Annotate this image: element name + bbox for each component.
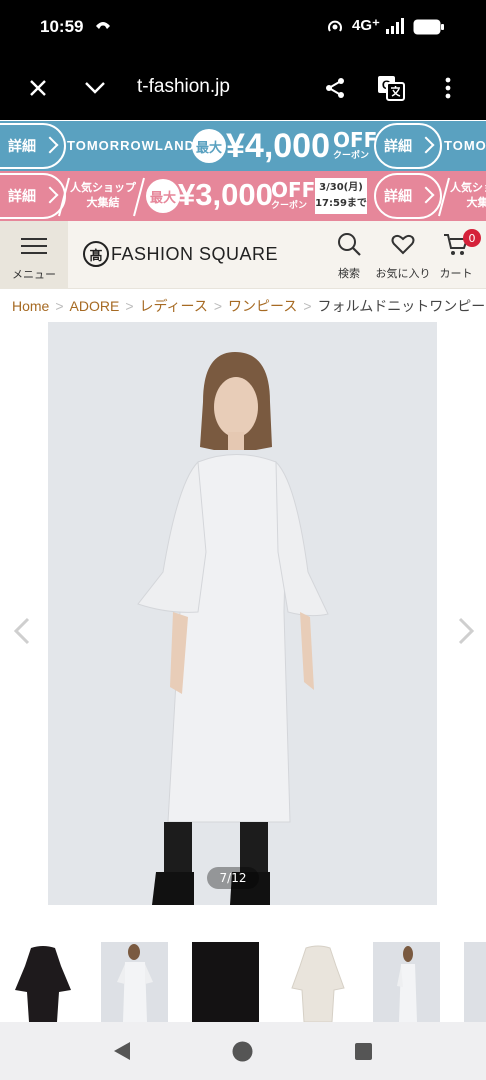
browser-toolbar: t-fashion.jp G — [0, 56, 486, 120]
logo-text: FASHION SQUARE — [111, 243, 279, 264]
prev-image-button[interactable] — [10, 616, 34, 646]
thumbnail-2[interactable] — [101, 942, 168, 1022]
share-icon[interactable] — [317, 70, 353, 106]
search-button[interactable]: 検索 — [319, 231, 379, 281]
breadcrumb-current: フォルムドニットワンピース — [317, 298, 486, 314]
deadline-date: 3/30(月) — [319, 182, 363, 193]
brand-name: TOMORROWLAND — [67, 138, 196, 153]
slash-decoration — [133, 177, 145, 217]
discount-amount: ¥4,000 — [226, 127, 330, 165]
site-logo[interactable]: 髙 FASHION SQUARE — [83, 241, 278, 267]
breadcrumb: Home > ADORE > レディース > ワンピース > フォルムドニットワンピース — [12, 296, 486, 316]
url-text[interactable]: t-fashion.jp — [137, 76, 230, 98]
system-navigation-bar — [0, 1022, 486, 1080]
off-text: OFF — [271, 178, 316, 202]
thumbnail-1[interactable] — [9, 942, 76, 1022]
menu-button[interactable]: メニュー — [0, 221, 68, 289]
slash-decoration — [438, 177, 450, 217]
menu-label: メニュー — [12, 268, 56, 281]
popular-shops-label: 人気ショップ 大集結 — [70, 180, 136, 210]
next-image-button[interactable] — [454, 616, 478, 646]
chevron-left-icon — [13, 617, 30, 645]
translate-icon[interactable]: G — [373, 70, 409, 106]
slash-decoration — [58, 177, 70, 217]
details-label: 詳細 — [8, 189, 36, 205]
off-label: OFF クーポン — [333, 130, 377, 161]
more-options-icon[interactable] — [430, 70, 466, 106]
back-button[interactable] — [112, 1041, 132, 1065]
deadline-time: 17:59まで — [315, 198, 367, 209]
details-button[interactable]: 詳細 — [0, 123, 66, 169]
details-button[interactable]: 詳細 — [0, 173, 66, 219]
max-badge: 最大 — [192, 129, 226, 163]
popular-shops-label-2: 人気ショッ 大集 — [450, 180, 486, 210]
image-counter: 7/12 — [207, 867, 259, 889]
cart-button[interactable]: 0 カート — [426, 229, 486, 281]
favorites-label: お気に入り — [375, 267, 431, 280]
search-label: 検索 — [338, 267, 360, 280]
breadcrumb-ladies[interactable]: レディース — [140, 298, 208, 314]
thumbnail-4[interactable] — [284, 942, 351, 1022]
brand-name-2: TOMO — [444, 138, 486, 153]
coupon-text: クーポン — [333, 151, 370, 161]
favorites-button[interactable]: お気に入り — [373, 231, 433, 281]
product-main-image[interactable] — [48, 322, 437, 905]
discount-amount: ¥3,000 — [178, 177, 273, 212]
details-label: 詳細 — [384, 189, 412, 205]
logo-mark: 髙 — [83, 241, 109, 267]
home-button[interactable] — [232, 1041, 253, 1066]
network-type: 4G⁺ — [352, 17, 380, 34]
battery-icon — [413, 19, 445, 39]
recents-button[interactable] — [354, 1042, 373, 1065]
status-bar: 10:59 4G⁺ — [0, 0, 486, 56]
max-badge: 最大 — [146, 179, 180, 213]
breadcrumb-onepiece[interactable]: ワンピース — [228, 298, 297, 314]
off-text: OFF — [333, 128, 378, 152]
breadcrumb-home[interactable]: Home — [12, 298, 49, 314]
shop-line-1: 人気ショッ — [450, 181, 486, 194]
chevron-down-icon[interactable] — [77, 70, 113, 106]
chevron-right-icon — [458, 617, 475, 645]
thumbnail-6[interactable] — [464, 942, 486, 1022]
thumbnail-5[interactable] — [373, 942, 440, 1022]
close-icon[interactable] — [20, 70, 56, 106]
details-button-2[interactable]: 詳細 — [374, 123, 442, 169]
home-circle-icon — [232, 1041, 253, 1062]
back-triangle-icon — [114, 1042, 130, 1060]
details-label: 詳細 — [384, 139, 412, 155]
thumbnail-strip — [0, 942, 486, 1022]
coupon-banner-shops[interactable]: 詳細 人気ショップ 大集結 最大 ¥3,000 OFF クーポン 3/30(月)… — [0, 171, 486, 221]
cart-label: カート — [439, 267, 473, 280]
shop-line-2: 大集結 — [86, 196, 120, 209]
hamburger-icon — [21, 238, 47, 240]
search-icon — [338, 233, 361, 256]
thumbnail-3[interactable] — [192, 942, 259, 1022]
coupon-text: クーポン — [271, 201, 308, 211]
details-label: 詳細 — [8, 139, 36, 155]
model-photo — [48, 322, 437, 905]
site-header: メニュー 髙 FASHION SQUARE 検索 お気に入り 0 カート — [0, 221, 486, 289]
shop-line-1: 人気ショップ — [70, 181, 136, 194]
cart-count-badge: 0 — [463, 229, 481, 247]
breadcrumb-brand[interactable]: ADORE — [70, 298, 120, 314]
status-time: 10:59 — [40, 17, 84, 36]
recents-square-icon — [355, 1043, 372, 1060]
signal-icon — [386, 18, 406, 38]
coupon-banner-tomorrowland[interactable]: 詳細 TOMORROWLAND 最大 ¥4,000 OFF クーポン 詳細 TO… — [0, 121, 486, 171]
details-button-2[interactable]: 詳細 — [374, 173, 442, 219]
hotspot-icon — [326, 18, 344, 40]
shop-line-2: 大集 — [466, 196, 486, 209]
deadline-box: 3/30(月) 17:59まで — [315, 178, 367, 214]
call-forward-icon — [94, 16, 112, 36]
off-label: OFF クーポン — [271, 180, 315, 211]
heart-icon — [391, 234, 415, 255]
